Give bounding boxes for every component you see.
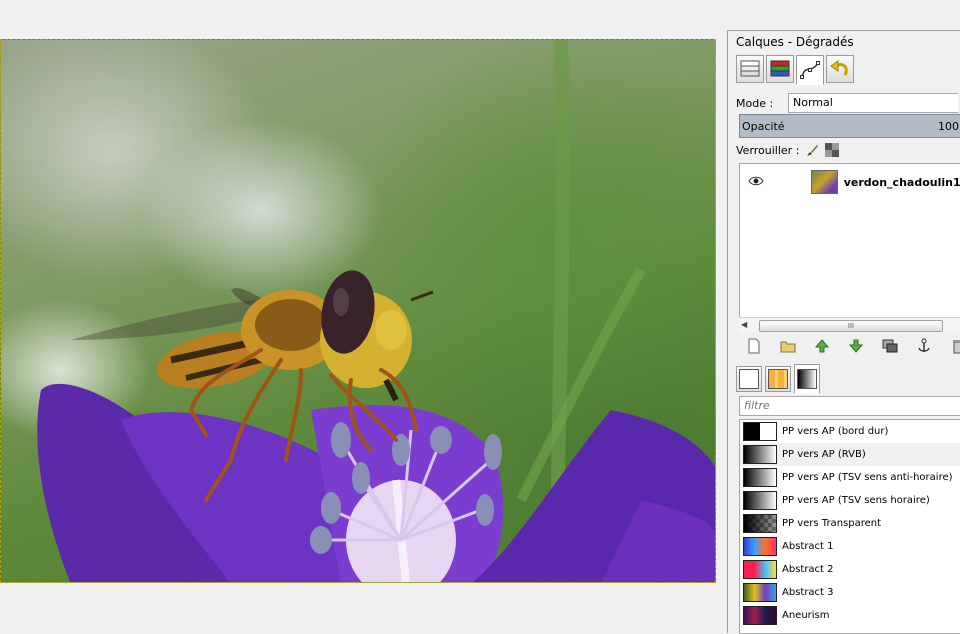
gradient-item[interactable]: PP vers AP (TSV sens anti-horaire) (740, 466, 960, 489)
photo-hoverfly-on-flower (37, 40, 715, 582)
duplicate-icon (882, 339, 898, 353)
mode-label: Mode : (736, 96, 774, 110)
tab-undo-history[interactable] (826, 55, 854, 83)
brush-icon[interactable] (805, 143, 819, 157)
layer-row[interactable]: verdon_chadoulin1 160 (740, 166, 960, 198)
gradient-label: PP vers Transparent (782, 518, 882, 529)
brush-preview-icon (739, 369, 759, 389)
tab-paths[interactable] (796, 55, 824, 85)
tab-channels[interactable] (766, 55, 794, 83)
gradient-swatch (743, 583, 777, 602)
gradient-swatch (743, 468, 777, 487)
new-layer-button[interactable] (742, 336, 766, 356)
gradient-swatch (743, 537, 777, 556)
mode-select[interactable]: Normal (788, 93, 958, 113)
new-layer-icon (748, 338, 760, 354)
lower-layer-button[interactable] (844, 336, 868, 356)
opacity-slider[interactable]: Opacité 100 (739, 114, 960, 138)
gradient-label: Abstract 3 (782, 587, 834, 598)
gradient-item[interactable]: Aneurism (740, 604, 960, 627)
gradient-label: Aneurism (782, 610, 830, 621)
gradient-item[interactable]: Abstract 3 (740, 581, 960, 604)
opacity-label: Opacité (742, 119, 785, 133)
gradient-swatch (743, 422, 777, 441)
delete-layer-button[interactable] (946, 336, 960, 356)
layer-list[interactable]: verdon_chadoulin1 160 (739, 163, 960, 333)
gradient-item[interactable]: PP vers AP (bord dur) (740, 420, 960, 443)
pattern-preview-icon (768, 369, 788, 389)
layer-actions (742, 336, 960, 356)
gradient-item[interactable]: Abstract 1 (740, 535, 960, 558)
gradient-swatch (743, 445, 777, 464)
mode-row: Mode : Normal (736, 93, 960, 113)
gradient-swatch (743, 606, 777, 625)
delete-icon (953, 340, 960, 354)
lock-label: Verrouiller : (736, 143, 800, 157)
gradient-list[interactable]: PP vers AP (bord dur) PP vers AP (RVB) PP … (739, 419, 960, 634)
eye-icon[interactable] (744, 176, 767, 189)
raise-icon (815, 339, 829, 353)
layer-list-scrollbar[interactable]: ◀ III (739, 317, 960, 333)
dock-tabs (736, 55, 854, 87)
gradient-label: PP vers AP (bord dur) (782, 426, 889, 437)
image-canvas[interactable] (0, 39, 716, 583)
gradient-label: PP vers AP (TSV sens anti-horaire) (782, 472, 953, 483)
brush-pattern-gradient-tabs (736, 364, 820, 394)
lock-row: Verrouiller : (736, 143, 840, 157)
open-layer-button[interactable] (776, 336, 800, 356)
gradient-label: PP vers AP (RVB) (782, 449, 866, 460)
gradient-swatch (743, 491, 777, 510)
tab-gradients[interactable] (794, 364, 820, 394)
layers-gradients-dock: Calques - Dégradés Mode: Normal Opacité… (727, 30, 960, 634)
lower-icon (849, 339, 863, 353)
paths-icon (800, 61, 820, 79)
tab-brushes[interactable] (736, 366, 762, 392)
undo-icon (830, 60, 848, 76)
gradient-item[interactable]: Abstract 2 (740, 558, 960, 581)
dock-title: Calques - Dégradés (736, 35, 854, 49)
checker-icon[interactable] (825, 143, 840, 157)
scroll-thumb[interactable]: III (759, 320, 943, 332)
image-canvas-area[interactable] (0, 0, 727, 633)
anchor-icon (918, 338, 930, 352)
layer-name[interactable]: verdon_chadoulin1 160 (844, 176, 960, 189)
gradient-preview-icon (797, 369, 817, 389)
tab-patterns[interactable] (765, 366, 791, 392)
gradient-swatch (743, 560, 777, 579)
anchor-layer-button[interactable] (912, 336, 936, 356)
gradient-item[interactable]: PP vers Transparent (740, 512, 960, 535)
gradient-item[interactable]: PP vers AP (TSV sens horaire) (740, 489, 960, 512)
raise-layer-button[interactable] (810, 336, 834, 356)
layer-thumbnail (811, 170, 838, 194)
gradient-label: Abstract 1 (782, 541, 834, 552)
layers-icon (740, 60, 760, 77)
scroll-left-arrow-icon[interactable]: ◀ (741, 320, 753, 332)
channels-icon (770, 60, 790, 77)
duplicate-layer-button[interactable] (878, 336, 902, 356)
gradient-label: PP vers AP (TSV sens horaire) (782, 495, 930, 506)
tab-layers[interactable] (736, 55, 764, 83)
gradient-filter-input[interactable]: filtre (739, 396, 960, 416)
gradient-label: Abstract 2 (782, 564, 834, 575)
open-folder-icon (780, 341, 796, 353)
opacity-value: 100 (938, 119, 959, 133)
gradient-item[interactable]: PP vers AP (RVB) (740, 443, 960, 466)
gradient-swatch (743, 514, 777, 533)
